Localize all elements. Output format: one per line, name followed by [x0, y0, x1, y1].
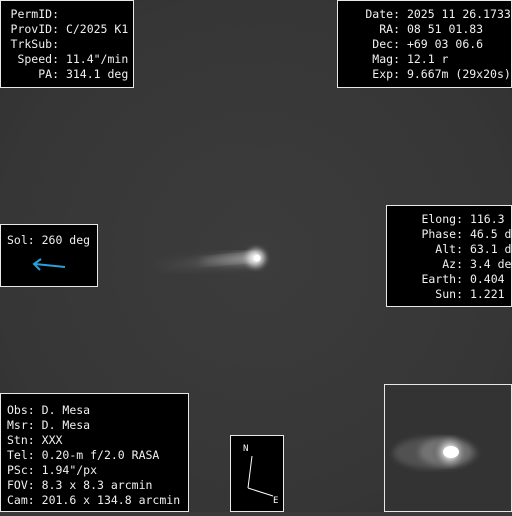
alt-value: 63.1 deg [469, 242, 512, 256]
exp-row: Exp: 9.667m (29x20s) [344, 67, 511, 82]
provid-row: ProvID: C/2025 K1 [7, 22, 133, 37]
identification-panel: PermID: ProvID: C/2025 K1 TrkSub: Speed:… [0, 0, 134, 88]
earth-distance-row: Earth: 0.404 AU [393, 272, 512, 287]
sun-distance-row: Sun: 1.221 AU [393, 287, 512, 302]
observer-panel: Obs: D. Mesa Msr: D. Mesa Stn: XXX Tel: … [0, 393, 189, 512]
pixel-scale-label: PSc: [7, 463, 35, 477]
camera-row: Cam: 201.6 x 134.8 arcmin [7, 493, 188, 508]
sun-distance-label: Sun: [435, 287, 463, 301]
observer-label: Obs: [7, 403, 35, 417]
camera-value: 201.6 x 134.8 arcmin [41, 493, 181, 507]
pa-value: 314.1 deg [65, 67, 129, 81]
measurer-label: Msr: [7, 418, 35, 432]
exp-value: 9.667m (29x20s) [406, 67, 511, 81]
az-row: Az: 3.4 deg [393, 257, 512, 272]
comet-closeup-image [385, 385, 511, 511]
phase-value: 46.5 deg [469, 227, 512, 241]
trksub-label: TrkSub: [10, 37, 59, 51]
mag-label: Mag: [372, 52, 400, 66]
date-value: 2025 11 26.17333 [406, 7, 512, 21]
telescope-value: 0.20-m f/2.0 RASA [41, 448, 160, 462]
ra-row: RA: 08 51 01.83 [344, 22, 511, 37]
sol-text: Sol: 260 deg [7, 233, 91, 247]
sun-distance-value: 1.221 AU [469, 287, 512, 301]
dec-label: Dec: [372, 37, 400, 51]
observer-row: Obs: D. Mesa [7, 403, 188, 418]
alt-label: Alt: [435, 242, 463, 256]
pixel-scale-value: 1.94"/px [41, 463, 98, 477]
mag-row: Mag: 12.1 r [344, 52, 511, 67]
alt-row: Alt: 63.1 deg [393, 242, 512, 257]
az-value: 3.4 deg [469, 257, 512, 271]
ra-label: RA: [379, 22, 400, 36]
dec-value: +69 03 06.6 [406, 37, 484, 51]
telescope-row: Tel: 0.20-m f/2.0 RASA [7, 448, 188, 463]
earth-distance-label: Earth: [421, 272, 463, 286]
fov-value: 8.3 x 8.3 arcmin [41, 478, 153, 492]
exp-label: Exp: [372, 67, 400, 81]
sun-direction-arrow-icon [32, 258, 66, 271]
trksub-row: TrkSub: [7, 37, 133, 52]
permid-row: PermID: [7, 7, 133, 22]
pixel-scale-row: PSc: 1.94"/px [7, 463, 188, 478]
measurer-row: Msr: D. Mesa [7, 418, 188, 433]
phase-row: Phase: 46.5 deg [393, 227, 512, 242]
elong-label: Elong: [421, 212, 463, 226]
comet-nucleus [253, 254, 261, 262]
telescope-label: Tel: [7, 448, 35, 462]
speed-row: Speed: 11.4"/min [7, 52, 133, 67]
permid-label: PermID: [10, 7, 59, 21]
camera-label: Cam: [7, 493, 35, 507]
astrometry-panel: Date: 2025 11 26.17333 RA: 08 51 01.83 D… [337, 0, 512, 88]
elong-row: Elong: 116.3 deg [393, 212, 512, 227]
zoom-thumbnail [384, 384, 512, 512]
compass-north-label: N [243, 444, 249, 454]
compass-east-label: E [273, 496, 279, 506]
mag-value: 12.1 r [406, 52, 449, 66]
az-label: Az: [442, 257, 463, 271]
geometry-panel: Elong: 116.3 deg Phase: 46.5 deg Alt: 63… [386, 205, 512, 307]
measurer-value: D. Mesa [41, 418, 91, 432]
phase-label: Phase: [421, 227, 463, 241]
date-row: Date: 2025 11 26.17333 [344, 7, 512, 22]
date-label: Date: [365, 7, 400, 21]
station-label: Stn: [7, 433, 35, 447]
fov-label: FOV: [7, 478, 35, 492]
observer-value: D. Mesa [41, 403, 91, 417]
earth-distance-value: 0.404 AU [469, 272, 512, 286]
pa-row: PA: 314.1 deg [7, 67, 133, 82]
provid-label: ProvID: [10, 22, 59, 36]
speed-value: 11.4"/min [65, 52, 129, 66]
station-value: XXX [41, 433, 63, 447]
fov-row: FOV: 8.3 x 8.3 arcmin [7, 478, 188, 493]
dec-row: Dec: +69 03 06.6 [344, 37, 511, 52]
station-row: Stn: XXX [7, 433, 188, 448]
compass-panel: N E [230, 435, 284, 512]
speed-label: Speed: [17, 52, 59, 66]
provid-value: C/2025 K1 [65, 22, 129, 36]
pa-label: PA: [38, 67, 59, 81]
ra-value: 08 51 01.83 [406, 22, 484, 36]
elong-value: 116.3 deg [469, 212, 512, 226]
